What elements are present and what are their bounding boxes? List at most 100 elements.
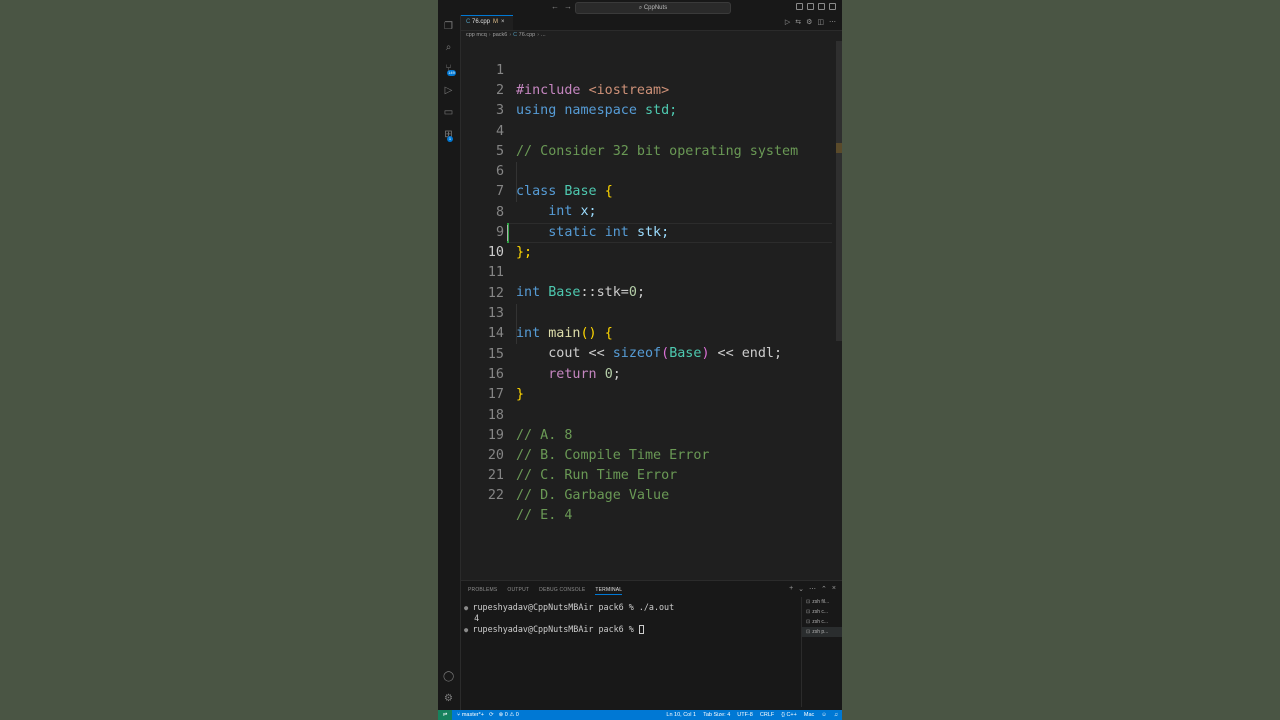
new-terminal-icon[interactable]: + [789, 585, 793, 593]
problems-count[interactable]: ⊗ 0 ⚠ 0 [499, 710, 519, 720]
back-arrow-icon[interactable]: ← [551, 2, 559, 11]
editor-actions: ▷ ⇆ ⚙ ◫ ⋯ [785, 18, 836, 26]
text-cursor [507, 225, 508, 241]
terminal-item[interactable]: ⊡ zsh c... [802, 617, 842, 627]
token-text: ; [636, 285, 645, 300]
more-actions-icon[interactable]: ⋯ [829, 18, 836, 26]
run-icon[interactable]: ▷ [785, 18, 790, 26]
token-type: Base [548, 285, 581, 300]
scrollbar-marker [836, 143, 842, 153]
token-comment: // C. Run Time Error [516, 468, 678, 483]
token-text: cout << [548, 346, 613, 361]
forward-arrow-icon[interactable]: → [564, 2, 572, 11]
token-variable: stk; [636, 225, 670, 240]
explorer-icon[interactable]: ❐ [443, 21, 454, 32]
code-line: 15 return 0; [461, 325, 621, 382]
tab-terminal[interactable]: TERMINAL [595, 587, 623, 595]
tab-76-cpp[interactable]: C 76.cpp M × [461, 15, 513, 30]
code-line: 6 class Base { [461, 142, 613, 199]
account-icon[interactable]: ◯ [443, 671, 454, 682]
gear-icon[interactable]: ⚙ [443, 693, 454, 704]
code-line: 19 // B. Compile Time Error [461, 406, 710, 463]
tab-problems[interactable]: PROBLEMS [468, 587, 497, 595]
terminal-icon: ⊡ [806, 599, 811, 605]
toggle-secondary-sidebar-icon[interactable] [818, 3, 825, 10]
git-branch[interactable]: ⑂ master*+ [457, 710, 484, 720]
code-line: 18 // A. 8 [461, 386, 573, 443]
search-icon[interactable]: ⌕ [443, 42, 454, 53]
branch-label: master*+ [461, 712, 484, 718]
tab-debug-console[interactable]: DEBUG CONSOLE [539, 587, 585, 595]
feedback-icon[interactable]: ☺ [821, 710, 827, 720]
token-number: 0 [604, 367, 613, 382]
activity-bar: ❐ ⌕ ⑂ 149 ▷ ▭ ⊞ 1 ◯ ⚙ [438, 15, 461, 710]
editor-tab-bar: C 76.cpp M × ▷ ⇆ ⚙ ◫ ⋯ [461, 15, 842, 31]
panel-actions: + ⌄ ⋯ ⌃ × [789, 585, 836, 593]
terminal-item[interactable]: ⊡ zsh c... [802, 607, 842, 617]
code-line: 4 // Consider 32 bit operating system [461, 102, 798, 159]
terminal-output[interactable]: ● rupeshyadav@CppNutsMBAir pack6 % ./a.o… [464, 602, 794, 635]
more-actions-icon[interactable]: ⋯ [809, 585, 816, 593]
terminal-item-label: zsh c... [812, 619, 829, 625]
token-function: main [548, 326, 581, 341]
vscode-window: ← → ⌕ CppNuts ❐ ⌕ ⑂ 149 ▷ ▭ ⊞ 1 ◯ ⚙ C 76… [438, 0, 842, 720]
close-icon[interactable]: × [832, 585, 836, 593]
token-text: ; [612, 367, 621, 382]
breadcrumb-folder-pack6[interactable]: pack6 [493, 32, 508, 38]
code-editor[interactable]: 1 #include <iostream> 2 using namespace … [461, 41, 842, 579]
terminal-item-label: zsh fil... [812, 599, 830, 605]
toggle-sidebar-icon[interactable] [796, 3, 803, 10]
code-line: 17 [461, 365, 526, 402]
layout-controls [796, 3, 836, 10]
terminal-item[interactable]: ⊡ zsh p... [802, 627, 842, 637]
command-center-search[interactable]: ⌕ CppNuts [575, 2, 731, 14]
token-namespace: std; [645, 103, 678, 118]
terminal-command: rupeshyadav@CppNutsMBAir pack6 % ./a.out [472, 602, 675, 612]
code-line: 8 static int stk; [461, 183, 669, 240]
line-ending[interactable]: CRLF [760, 710, 774, 720]
breadcrumb-file[interactable]: 76.cpp [519, 32, 536, 38]
encoding[interactable]: UTF-8 [737, 710, 753, 720]
token-text: ::stk= [580, 285, 629, 300]
line-number: 22 [487, 488, 504, 503]
bell-icon[interactable]: ♫ [834, 710, 838, 720]
compare-icon[interactable]: ⇆ [795, 18, 801, 26]
settings-icon[interactable]: ⚙ [806, 18, 812, 26]
token-number: 0 [628, 285, 637, 300]
toggle-panel-icon[interactable] [807, 3, 814, 10]
split-editor-icon[interactable]: ◫ [817, 18, 824, 26]
code-line: 22 // E. 4 [461, 466, 573, 523]
language-mode[interactable]: {} C++ [781, 710, 797, 720]
terminal-icon: ⊡ [806, 619, 811, 625]
chevron-down-icon[interactable]: ⌄ [798, 585, 804, 593]
terminal-cursor [638, 625, 644, 634]
token-keyword: return [548, 367, 597, 382]
terminal-item[interactable]: ⊡ zsh fil... [802, 597, 842, 607]
breadcrumb-symbol[interactable]: ... [541, 32, 546, 38]
breadcrumb-folder-cpp-mcq[interactable]: cpp mcq [466, 32, 487, 38]
remote-explorer-icon[interactable]: ▭ [443, 107, 454, 118]
close-icon[interactable]: × [501, 19, 505, 25]
terminal-prompt: rupeshyadav@CppNutsMBAir pack6 % [472, 624, 639, 634]
customize-layout-icon[interactable] [829, 3, 836, 10]
token-bracket: ( [661, 346, 670, 361]
token-keyword: int [548, 204, 573, 219]
run-debug-icon[interactable]: ▷ [443, 85, 454, 96]
cursor-position[interactable]: Ln 10, Col 1 [666, 710, 696, 720]
tab-filename: 76.cpp [472, 19, 491, 25]
code-line: 5 [461, 122, 526, 159]
source-control-badge: 149 [447, 70, 456, 76]
terminal-icon: ⊡ [806, 629, 811, 635]
status-bar: ⇌ ⑂ master*+ ⟳ ⊗ 0 ⚠ 0 Ln 10, Col 1 Tab … [438, 710, 842, 720]
remote-indicator-icon[interactable]: ⇌ [438, 710, 452, 720]
code-line: 12 [461, 264, 526, 301]
sync-icon[interactable]: ⟳ [489, 710, 494, 720]
editor-scrollbar[interactable] [836, 41, 842, 341]
tab-output[interactable]: OUTPUT [507, 587, 529, 595]
token-bracket: { [604, 326, 613, 341]
code-line: 16 } [461, 345, 526, 402]
platform[interactable]: Mac [804, 710, 814, 720]
maximize-panel-icon[interactable]: ⌃ [821, 585, 827, 593]
terminal-item-label: zsh c... [812, 609, 829, 615]
tab-size[interactable]: Tab Size: 4 [703, 710, 730, 720]
